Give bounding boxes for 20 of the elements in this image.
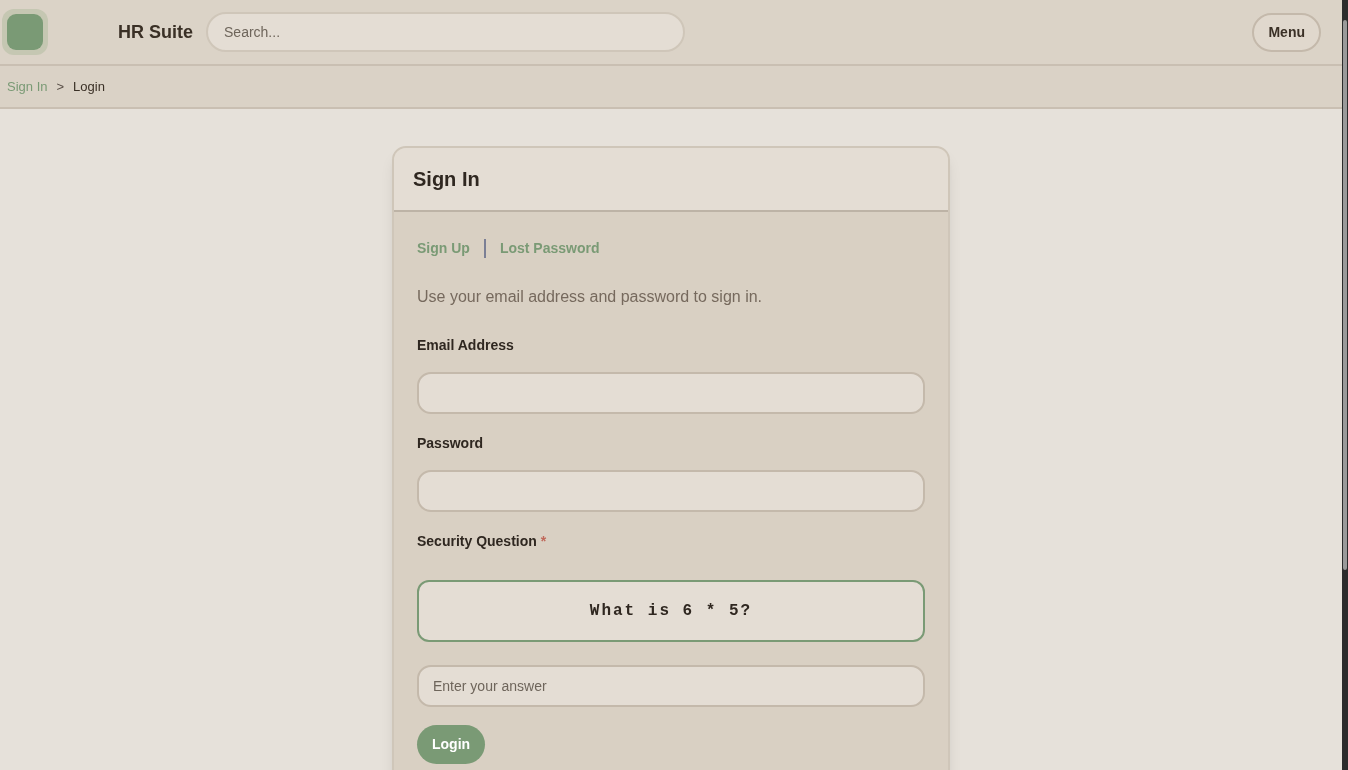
card-link[interactable]: Lost Password xyxy=(499,238,600,258)
input-field[interactable] xyxy=(417,372,925,414)
required-mark: * xyxy=(540,533,547,550)
card-title: Sign In xyxy=(413,167,480,192)
breadcrumb-current: Login xyxy=(73,77,105,96)
card-link[interactable]: Sign Up xyxy=(417,238,470,258)
menu-button[interactable]: Menu xyxy=(1252,12,1321,52)
field-label: Security Question xyxy=(417,533,537,550)
intro-text: Use your email address and password to sign in. xyxy=(417,287,764,307)
login-button[interactable]: Login xyxy=(417,725,486,764)
breadcrumb-link[interactable]: Sign In xyxy=(7,76,48,97)
field-label: Email Address xyxy=(417,337,514,354)
breadcrumb-separator: > xyxy=(56,77,65,96)
security-question: What is 6 * 5? xyxy=(589,601,753,622)
search-field[interactable]: Search... xyxy=(206,12,685,52)
brand-name: HR Suite xyxy=(118,20,193,44)
answer-field[interactable]: Enter your answer xyxy=(417,665,925,707)
input-field[interactable] xyxy=(417,470,925,512)
scrollbar[interactable] xyxy=(1342,0,1348,770)
field-label: Password xyxy=(417,435,484,452)
